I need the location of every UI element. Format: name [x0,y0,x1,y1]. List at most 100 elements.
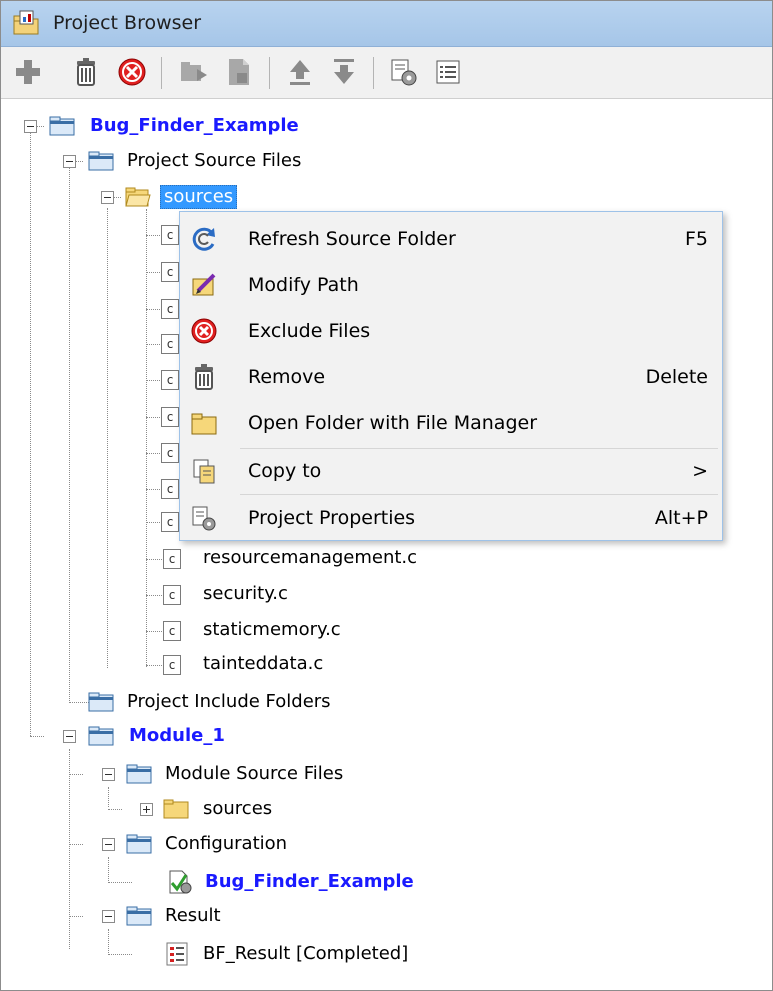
module-file-icon[interactable] [223,55,257,89]
project-folder-icon [49,116,75,136]
tree-connector [108,809,122,810]
move-down-icon[interactable] [327,55,361,89]
tree-connector [146,344,162,345]
tree-connector [146,272,162,273]
sources-folder-label[interactable]: sources [160,185,238,209]
tree-connector [108,882,132,883]
menu-item-open-folder[interactable]: Open Folder with File Manager [180,400,722,446]
menu-item-modify-path[interactable]: Modify Path [180,262,722,308]
project-browser-window: Project Browser Bug_Finder_Example Proje… [0,0,773,991]
toolbar [1,47,772,99]
module-sources-folder-label[interactable]: sources [203,798,272,820]
tree-connector [107,208,108,668]
menu-item-label: Project Properties [248,507,416,529]
toolbar-separator [269,57,270,89]
menu-item-label: Modify Path [248,274,359,296]
c-file-icon: c [161,370,179,390]
result-label[interactable]: Result [165,905,221,927]
menu-item-label: Copy to [248,460,322,482]
tree-connector [30,736,44,737]
expand-toggle[interactable] [24,120,37,133]
module-node-label[interactable]: Module_1 [129,725,225,747]
tree-connector [146,595,162,596]
expand-toggle[interactable] [102,910,115,923]
c-file-icon: c [163,655,181,675]
exclude-icon [191,318,217,344]
menu-item-project-properties[interactable]: Project Properties Alt+P [180,495,722,541]
add-icon[interactable] [11,55,45,89]
configuration-item-label[interactable]: Bug_Finder_Example [205,871,414,893]
trash-icon[interactable] [69,55,103,89]
folder-icon [126,906,152,926]
menu-item-label: Open Folder with File Manager [248,412,538,434]
open-folder-icon [125,187,151,207]
c-file-icon: c [161,443,179,463]
file-item[interactable]: resourcemanagement.c [203,547,417,569]
result-item-label[interactable]: BF_Result [Completed] [203,943,408,965]
exclude-icon[interactable] [115,55,149,89]
c-file-icon: c [163,621,181,641]
c-file-icon: c [161,479,179,499]
tree-connector [146,522,162,523]
menu-item-remove[interactable]: Remove Delete [180,354,722,400]
configuration-label[interactable]: Configuration [165,833,287,855]
project-properties-icon [192,506,216,531]
tree-connector [146,417,162,418]
tree-connector [108,787,109,807]
c-file-icon: c [161,512,179,532]
tree-connector [146,209,147,667]
folder-icon [126,764,152,784]
expand-toggle[interactable] [101,191,114,204]
tree-connector [146,631,162,632]
project-include-folders-label[interactable]: Project Include Folders [127,691,331,713]
menu-item-shortcut: Alt+P [654,507,708,529]
c-file-icon: c [163,549,181,569]
menu-item-refresh-source-folder[interactable]: Refresh Source Folder F5 [180,216,722,262]
folder-icon [88,151,114,171]
configuration-icon [169,870,192,894]
expand-toggle[interactable] [63,730,76,743]
c-file-icon: c [163,585,181,605]
submenu-arrow-icon: > [692,460,708,482]
folder-icon [191,413,217,435]
file-item[interactable]: staticmemory.c [203,619,341,641]
tree-connector [69,166,70,703]
c-file-icon: c [161,334,179,354]
file-item[interactable]: security.c [203,583,288,605]
module-source-files-label[interactable]: Module Source Files [165,763,343,785]
module-folder-icon [88,726,114,746]
window-title: Project Browser [53,12,202,34]
tree-connector [69,844,83,845]
file-item[interactable]: tainteddata.c [203,653,323,675]
menu-item-shortcut: F5 [684,228,708,250]
c-file-icon: c [161,225,179,245]
project-source-files-label[interactable]: Project Source Files [127,150,301,172]
folder-icon [163,799,189,819]
project-properties-icon[interactable] [387,55,421,89]
list-view-icon[interactable] [431,55,465,89]
c-file-icon: c [161,262,179,282]
result-file-icon [166,942,188,966]
expand-toggle[interactable] [63,155,76,168]
move-to-module-icon[interactable] [177,55,211,89]
folder-icon [126,834,152,854]
move-up-icon[interactable] [283,55,317,89]
c-file-icon: c [161,299,179,319]
refresh-icon [192,227,215,251]
expand-toggle[interactable] [102,838,115,851]
expand-toggle[interactable] [140,803,153,816]
project-browser-icon [13,10,39,35]
menu-item-label: Remove [248,366,326,388]
expand-toggle[interactable] [102,768,115,781]
menu-item-label: Exclude Files [248,320,371,342]
title-bar: Project Browser [1,1,772,47]
menu-item-copy-to[interactable]: Copy to > [180,448,722,494]
tree-connector [69,916,83,917]
tree-connector [69,749,70,949]
tree-connector [146,559,162,560]
menu-item-exclude-files[interactable]: Exclude Files [180,308,722,354]
project-node-label[interactable]: Bug_Finder_Example [90,115,299,137]
tree-connector [146,380,162,381]
copy-icon [193,459,215,484]
tree-connector [108,929,109,953]
